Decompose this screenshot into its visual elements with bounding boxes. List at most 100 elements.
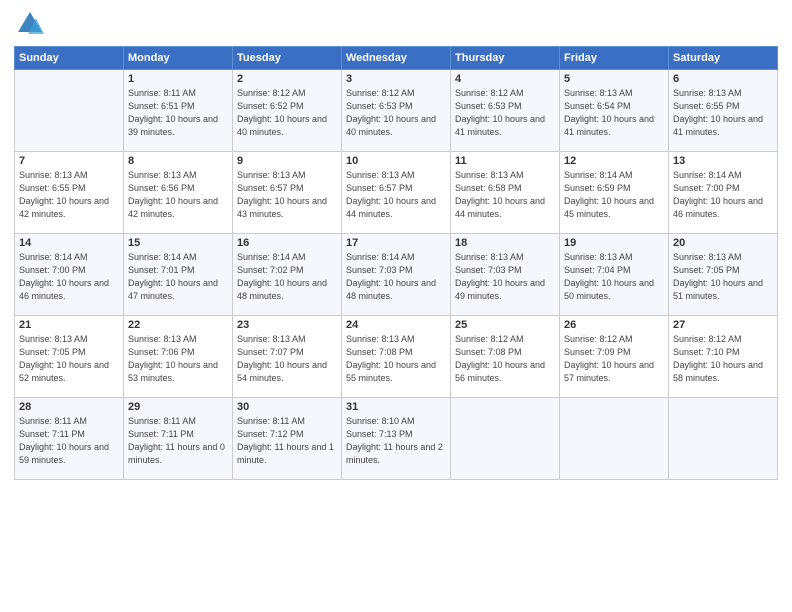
day-detail: Sunrise: 8:12 AMSunset: 6:52 PMDaylight:… (237, 87, 337, 139)
day-cell: 8 Sunrise: 8:13 AMSunset: 6:56 PMDaylight… (124, 152, 233, 234)
day-detail: Sunrise: 8:14 AMSunset: 7:03 PMDaylight:… (346, 251, 446, 303)
day-detail: Sunrise: 8:13 AMSunset: 6:57 PMDaylight:… (237, 169, 337, 221)
col-header-monday: Monday (124, 47, 233, 70)
day-detail: Sunrise: 8:13 AMSunset: 6:56 PMDaylight:… (128, 169, 228, 221)
day-number: 4 (455, 73, 555, 85)
day-detail: Sunrise: 8:11 AMSunset: 6:51 PMDaylight:… (128, 87, 228, 139)
day-cell: 9Sunrise: 8:13 AMSunset: 6:57 PMDaylight… (233, 152, 342, 234)
day-cell: 7 Sunrise: 8:13 AMSunset: 6:55 PMDaylight… (15, 152, 124, 234)
day-cell: 29 Sunrise: 8:11 AMSunset: 7:11 PMDayligh… (124, 398, 233, 480)
day-detail: Sunrise: 8:13 AMSunset: 6:54 PMDaylight:… (564, 87, 664, 139)
day-number: 11 (455, 155, 555, 167)
logo-icon (16, 10, 44, 38)
day-detail: Sunrise: 8:13 AMSunset: 7:07 PMDaylight:… (237, 333, 337, 385)
day-cell: 23 Sunrise: 8:13 AMSunset: 7:07 PMDayligh… (233, 316, 342, 398)
day-number: 2 (237, 73, 337, 85)
week-row-0: 1Sunrise: 8:11 AMSunset: 6:51 PMDaylight… (15, 70, 778, 152)
day-number: 7 (19, 155, 119, 167)
day-cell: 15Sunrise: 8:14 AMSunset: 7:01 PMDayligh… (124, 234, 233, 316)
day-number: 29 (128, 401, 228, 413)
day-cell: 26 Sunrise: 8:12 AMSunset: 7:09 PMDayligh… (560, 316, 669, 398)
day-detail: Sunrise: 8:14 AMSunset: 7:00 PMDaylight:… (19, 251, 119, 303)
day-detail: Sunrise: 8:11 AMSunset: 7:11 PMDaylight:… (128, 415, 228, 467)
day-number: 17 (346, 237, 446, 249)
day-cell: 2 Sunrise: 8:12 AMSunset: 6:52 PMDaylight… (233, 70, 342, 152)
day-cell: 6 Sunrise: 8:13 AMSunset: 6:55 PMDaylight… (669, 70, 778, 152)
header-row: SundayMondayTuesdayWednesdayThursdayFrid… (15, 47, 778, 70)
day-cell: 19Sunrise: 8:13 AMSunset: 7:04 PMDayligh… (560, 234, 669, 316)
day-cell (560, 398, 669, 480)
day-cell: 21Sunrise: 8:13 AMSunset: 7:05 PMDayligh… (15, 316, 124, 398)
day-cell (669, 398, 778, 480)
day-number: 24 (346, 319, 446, 331)
week-row-2: 14 Sunrise: 8:14 AMSunset: 7:00 PMDayligh… (15, 234, 778, 316)
day-number: 16 (237, 237, 337, 249)
day-detail: Sunrise: 8:12 AMSunset: 6:53 PMDaylight:… (346, 87, 446, 139)
day-cell: 12 Sunrise: 8:14 AMSunset: 6:59 PMDayligh… (560, 152, 669, 234)
day-number: 30 (237, 401, 337, 413)
logo (14, 10, 44, 38)
day-cell: 18 Sunrise: 8:13 AMSunset: 7:03 PMDayligh… (451, 234, 560, 316)
day-number: 10 (346, 155, 446, 167)
week-row-4: 28 Sunrise: 8:11 AMSunset: 7:11 PMDayligh… (15, 398, 778, 480)
day-number: 14 (19, 237, 119, 249)
week-row-3: 21Sunrise: 8:13 AMSunset: 7:05 PMDayligh… (15, 316, 778, 398)
col-header-sunday: Sunday (15, 47, 124, 70)
day-detail: Sunrise: 8:10 AMSunset: 7:13 PMDaylight:… (346, 415, 446, 467)
day-detail: Sunrise: 8:14 AMSunset: 7:00 PMDaylight:… (673, 169, 773, 221)
day-number: 25 (455, 319, 555, 331)
day-detail: Sunrise: 8:12 AMSunset: 7:10 PMDaylight:… (673, 333, 773, 385)
calendar-table: SundayMondayTuesdayWednesdayThursdayFrid… (14, 46, 778, 480)
day-detail: Sunrise: 8:13 AMSunset: 7:06 PMDaylight:… (128, 333, 228, 385)
day-detail: Sunrise: 8:13 AMSunset: 6:58 PMDaylight:… (455, 169, 555, 221)
day-cell: 30 Sunrise: 8:11 AMSunset: 7:12 PMDayligh… (233, 398, 342, 480)
day-cell (451, 398, 560, 480)
day-detail: Sunrise: 8:13 AMSunset: 7:08 PMDaylight:… (346, 333, 446, 385)
day-number: 26 (564, 319, 664, 331)
day-number: 5 (564, 73, 664, 85)
day-number: 13 (673, 155, 773, 167)
day-cell: 25 Sunrise: 8:12 AMSunset: 7:08 PMDayligh… (451, 316, 560, 398)
col-header-friday: Friday (560, 47, 669, 70)
day-number: 8 (128, 155, 228, 167)
col-header-wednesday: Wednesday (342, 47, 451, 70)
day-cell: 28Sunrise: 8:11 AMSunset: 7:11 PMDayligh… (15, 398, 124, 480)
day-number: 31 (346, 401, 446, 413)
week-row-1: 7 Sunrise: 8:13 AMSunset: 6:55 PMDaylight… (15, 152, 778, 234)
day-detail: Sunrise: 8:12 AMSunset: 7:09 PMDaylight:… (564, 333, 664, 385)
day-number: 22 (128, 319, 228, 331)
day-cell: 27Sunrise: 8:12 AMSunset: 7:10 PMDayligh… (669, 316, 778, 398)
day-number: 18 (455, 237, 555, 249)
day-detail: Sunrise: 8:13 AMSunset: 6:55 PMDaylight:… (19, 169, 119, 221)
day-detail: Sunrise: 8:13 AMSunset: 6:55 PMDaylight:… (673, 87, 773, 139)
day-detail: Sunrise: 8:13 AMSunset: 7:03 PMDaylight:… (455, 251, 555, 303)
day-detail: Sunrise: 8:13 AMSunset: 7:04 PMDaylight:… (564, 251, 664, 303)
day-cell: 17 Sunrise: 8:14 AMSunset: 7:03 PMDayligh… (342, 234, 451, 316)
day-cell: 13 Sunrise: 8:14 AMSunset: 7:00 PMDayligh… (669, 152, 778, 234)
day-cell (15, 70, 124, 152)
col-header-tuesday: Tuesday (233, 47, 342, 70)
day-number: 20 (673, 237, 773, 249)
day-cell: 14 Sunrise: 8:14 AMSunset: 7:00 PMDayligh… (15, 234, 124, 316)
day-cell: 11 Sunrise: 8:13 AMSunset: 6:58 PMDayligh… (451, 152, 560, 234)
day-detail: Sunrise: 8:13 AMSunset: 6:57 PMDaylight:… (346, 169, 446, 221)
day-number: 6 (673, 73, 773, 85)
day-number: 12 (564, 155, 664, 167)
day-detail: Sunrise: 8:14 AMSunset: 7:02 PMDaylight:… (237, 251, 337, 303)
day-detail: Sunrise: 8:12 AMSunset: 6:53 PMDaylight:… (455, 87, 555, 139)
day-cell: 1Sunrise: 8:11 AMSunset: 6:51 PMDaylight… (124, 70, 233, 152)
day-number: 23 (237, 319, 337, 331)
day-cell: 4 Sunrise: 8:12 AMSunset: 6:53 PMDaylight… (451, 70, 560, 152)
day-detail: Sunrise: 8:14 AMSunset: 6:59 PMDaylight:… (564, 169, 664, 221)
day-cell: 22 Sunrise: 8:13 AMSunset: 7:06 PMDayligh… (124, 316, 233, 398)
day-cell: 10 Sunrise: 8:13 AMSunset: 6:57 PMDayligh… (342, 152, 451, 234)
day-detail: Sunrise: 8:13 AMSunset: 7:05 PMDaylight:… (19, 333, 119, 385)
col-header-saturday: Saturday (669, 47, 778, 70)
day-detail: Sunrise: 8:12 AMSunset: 7:08 PMDaylight:… (455, 333, 555, 385)
day-number: 3 (346, 73, 446, 85)
day-cell: 31 Sunrise: 8:10 AMSunset: 7:13 PMDayligh… (342, 398, 451, 480)
day-cell: 24 Sunrise: 8:13 AMSunset: 7:08 PMDayligh… (342, 316, 451, 398)
day-detail: Sunrise: 8:11 AMSunset: 7:12 PMDaylight:… (237, 415, 337, 467)
day-cell: 5 Sunrise: 8:13 AMSunset: 6:54 PMDaylight… (560, 70, 669, 152)
day-number: 28 (19, 401, 119, 413)
